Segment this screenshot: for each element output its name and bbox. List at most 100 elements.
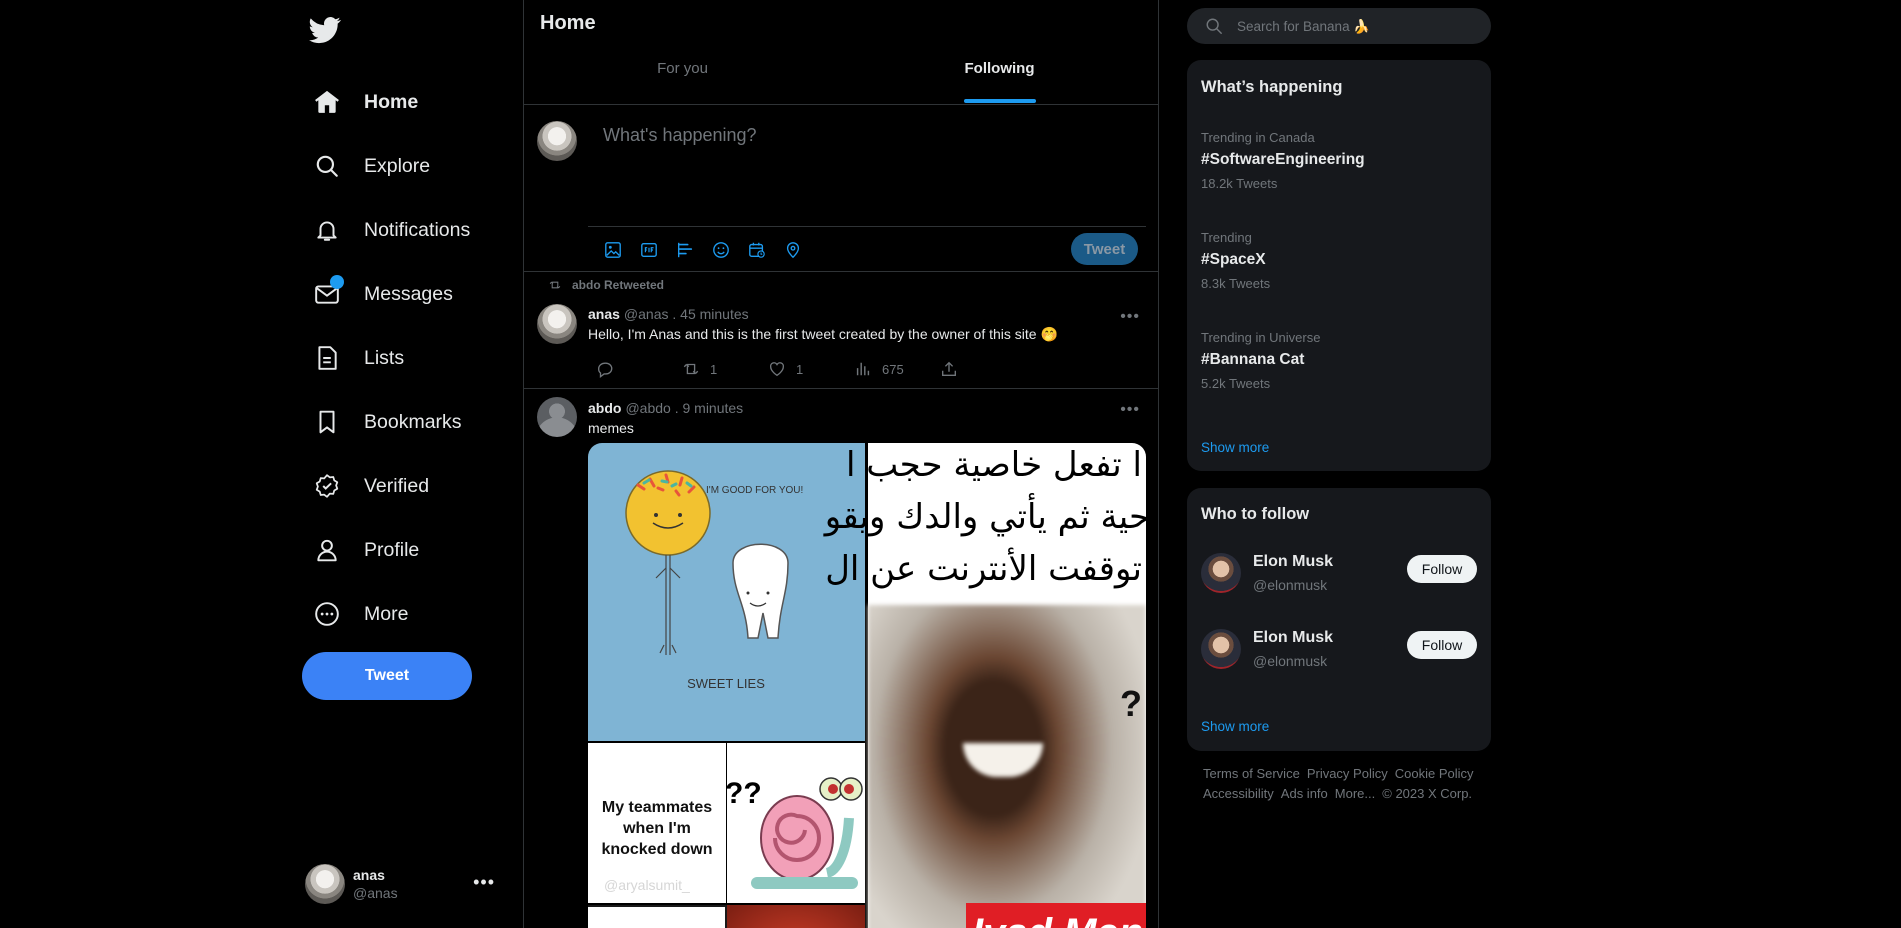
footer-link-cookies[interactable]: Cookie Policy (1395, 766, 1474, 781)
tweet[interactable]: abdo @abdo . 9 minutes ••• memes I'M GOO… (524, 389, 1158, 928)
nav-lists[interactable]: Lists (312, 338, 404, 378)
follow-show-more-link[interactable]: Show more (1201, 719, 1269, 734)
meme-arabic-line: حية ثم يأتي والدك ويقو (824, 497, 1146, 537)
share-button[interactable] (940, 360, 1026, 378)
like-button[interactable]: 1 (768, 360, 854, 378)
account-more-icon[interactable]: ••• (473, 872, 495, 893)
footer-link-ads[interactable]: Ads info (1281, 786, 1328, 801)
active-tab-indicator (963, 99, 1036, 103)
meme-image-teammates[interactable]: My teammates when I'm knocked down @arya… (588, 743, 726, 903)
nav-home-label: Home (364, 90, 419, 113)
meme-question-mark: ? (1120, 683, 1142, 724)
footer-copyright: © 2023 X Corp. (1382, 786, 1473, 801)
trend-item[interactable]: Trending in Universe #Bannana Cat 5.2k T… (1201, 330, 1320, 391)
bookmark-icon (312, 407, 342, 437)
follow-button[interactable]: Follow (1407, 631, 1477, 659)
footer-link-more[interactable]: More... (1335, 786, 1375, 801)
sidebar-tweet-button[interactable]: Tweet (302, 652, 472, 700)
tweet-meta: @abdo . 9 minutes (625, 400, 744, 416)
person-icon (312, 535, 342, 565)
follow-suggestion[interactable]: Elon Musk @elonmusk Follow (1201, 553, 1477, 597)
nav-more[interactable]: More (312, 594, 408, 634)
retweet-button[interactable]: 1 (682, 360, 768, 378)
trend-count: 18.2k Tweets (1201, 176, 1278, 191)
nav-profile[interactable]: Profile (312, 530, 419, 570)
tweet-media-grid[interactable]: I'M GOOD FOR YOU! SWEET LIES ا تفعل خاصي… (588, 443, 1146, 928)
views-icon (856, 362, 870, 376)
tweet-header: abdo @abdo . 9 minutes (588, 400, 743, 416)
footer-link-privacy[interactable]: Privacy Policy (1307, 766, 1388, 781)
avatar[interactable] (537, 397, 577, 437)
account-name: anas (353, 867, 385, 883)
tweet-more-icon[interactable]: ••• (1120, 401, 1140, 419)
avatar (537, 121, 577, 161)
composer-divider (588, 226, 1146, 227)
nav-messages[interactable]: Messages (312, 274, 453, 314)
trend-tag: #SoftwareEngineering (1201, 151, 1365, 168)
nav-verified[interactable]: Verified (312, 466, 429, 506)
tab-following[interactable]: Following (841, 39, 1158, 103)
trend-context: Trending in Canada (1201, 130, 1315, 145)
follow-handle: @elonmusk (1253, 653, 1328, 669)
meme-caption: SWEET LIES (687, 676, 765, 691)
image-icon[interactable] (603, 240, 623, 260)
heart-icon (770, 362, 784, 377)
nav-profile-label: Profile (364, 538, 420, 561)
search-input[interactable] (1237, 18, 1477, 34)
views-count: 675 (882, 361, 904, 377)
compose-tweet-button[interactable]: Tweet (1071, 233, 1138, 265)
meme-partial-fill (727, 905, 865, 928)
trend-item[interactable]: Trending #SpaceX 8.3k Tweets (1201, 230, 1270, 291)
trend-count: 8.3k Tweets (1201, 276, 1271, 291)
nav-home[interactable]: Home (312, 82, 418, 122)
trend-item[interactable]: Trending in Canada #SoftwareEngineering … (1201, 130, 1365, 191)
tweet[interactable]: abdo Retweeted anas @anas . 45 minutes ••… (524, 272, 1158, 389)
meme-image-snail[interactable]: ?? (725, 743, 865, 903)
tab-for-you[interactable]: For you (524, 39, 841, 97)
nav-bookmarks-label: Bookmarks (364, 410, 462, 433)
trends-show-more-link[interactable]: Show more (1201, 440, 1269, 455)
trend-tag: #Bannana Cat (1201, 351, 1305, 368)
tab-for-you-label: For you (657, 59, 708, 77)
poll-icon[interactable] (675, 240, 695, 260)
avatar (305, 864, 345, 904)
search-bar[interactable] (1187, 8, 1491, 44)
avatar[interactable] (1201, 553, 1241, 593)
twitter-logo-icon[interactable] (309, 14, 343, 48)
meme-partial-fill-left (588, 907, 725, 928)
tweet-actions: 1 1 675 (596, 360, 1026, 378)
meme-image-lollipop[interactable]: I'M GOOD FOR YOU! SWEET LIES (588, 443, 865, 741)
compose-input[interactable] (603, 125, 1123, 225)
gif-icon[interactable] (639, 240, 659, 260)
tweet-more-icon[interactable]: ••• (1120, 308, 1140, 326)
retweet-small-icon (549, 281, 561, 289)
follow-button[interactable]: Follow (1407, 555, 1477, 583)
follow-suggestion[interactable]: Elon Musk @elonmusk Follow (1201, 629, 1477, 673)
meme-image-arabic[interactable]: ا تفعل خاصية حجب ا حية ثم يأتي والدك ويق… (825, 443, 1146, 928)
tweet-author-name[interactable]: abdo (588, 400, 621, 416)
location-icon[interactable] (783, 240, 803, 260)
who-to-follow-title: Who to follow (1201, 505, 1310, 523)
reply-button[interactable] (596, 360, 682, 378)
views-button[interactable]: 675 (854, 360, 940, 378)
account-switcher[interactable]: anas @anas ••• (305, 862, 495, 906)
footer-link-accessibility[interactable]: Accessibility (1203, 786, 1274, 801)
nav-notifications-label: Notifications (364, 218, 471, 241)
trend-context: Trending in Universe (1201, 330, 1321, 345)
footer-link-terms[interactable]: Terms of Service (1203, 766, 1300, 781)
search-icon (1206, 18, 1222, 34)
home-timeline: Home For you Following What's happening?… (523, 0, 1159, 928)
schedule-icon[interactable] (747, 240, 767, 260)
nav-bookmarks[interactable]: Bookmarks (312, 402, 462, 442)
avatar[interactable] (537, 304, 577, 344)
emoji-icon[interactable] (711, 240, 731, 260)
tweet-author-name[interactable]: anas (588, 306, 620, 322)
avatar[interactable] (1201, 629, 1241, 669)
right-sidebar: What’s happening Trending in Canada #Sof… (1187, 0, 1491, 928)
nav-lists-label: Lists (364, 346, 405, 369)
meme-image-partial[interactable] (588, 905, 865, 928)
verified-icon (312, 471, 342, 501)
nav-verified-label: Verified (364, 474, 430, 497)
nav-explore[interactable]: Explore (312, 146, 430, 186)
nav-notifications[interactable]: Notifications (312, 210, 470, 250)
